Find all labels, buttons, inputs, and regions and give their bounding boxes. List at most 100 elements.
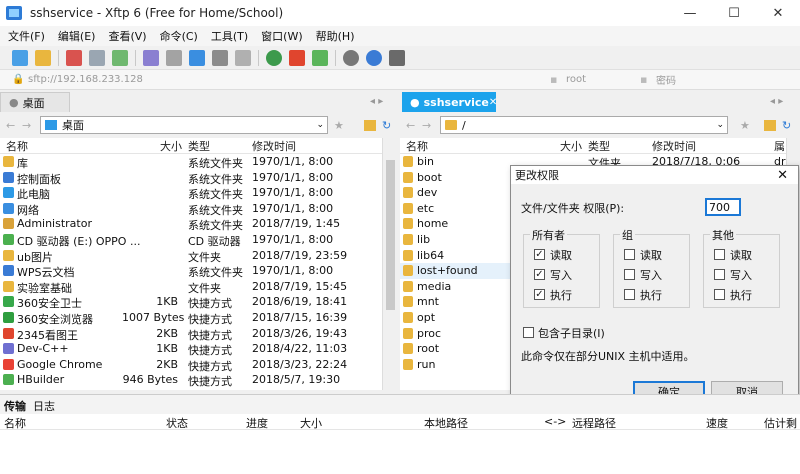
right-path-input[interactable]: / ⌄	[440, 116, 728, 134]
left-file-row[interactable]: CD 驱动器 (E:) OPPO ... CD 驱动器 1970/1/1, 8:00	[0, 232, 382, 248]
transfer-icon[interactable]	[189, 49, 205, 66]
left-file-row[interactable]: 360安全浏览器 1007 Bytes 快捷方式 2018/7/15, 16:39	[0, 310, 382, 326]
menu-edit[interactable]: 编辑(E)	[58, 28, 96, 44]
col-size[interactable]: 大小	[560, 138, 582, 154]
tab-transfer[interactable]: 传输	[4, 398, 26, 414]
col-speed[interactable]: 速度	[706, 415, 728, 431]
owner-write-checkbox[interactable]: ✓	[534, 269, 545, 280]
menu-help[interactable]: 帮助(H)	[316, 28, 355, 44]
minimize-button[interactable]: —	[668, 0, 712, 26]
left-file-row[interactable]: 网络 系统文件夹 1970/1/1, 8:00	[0, 201, 382, 217]
forward-arrow-icon[interactable]: →	[22, 119, 31, 132]
left-path-input[interactable]: 桌面 ⌄	[40, 116, 328, 134]
left-file-row[interactable]: 控制面板 系统文件夹 1970/1/1, 8:00	[0, 170, 382, 186]
owner-read-checkbox[interactable]: ✓	[534, 249, 545, 260]
dialog-title-bar: 更改权限	[511, 166, 798, 184]
left-path-bar: ← → 桌面 ⌄ ★ ↻	[0, 114, 398, 136]
print-icon[interactable]	[212, 49, 228, 66]
menu-file[interactable]: 文件(F)	[8, 28, 45, 44]
col-modified[interactable]: 修改时间	[652, 138, 696, 154]
menu-window[interactable]: 窗口(W)	[261, 28, 302, 44]
refresh-icon[interactable]: ↻	[782, 119, 791, 132]
file-type: 快捷方式	[188, 297, 232, 311]
reconnect-icon[interactable]	[89, 49, 105, 66]
chevron-down-icon[interactable]: ⌄	[716, 120, 724, 130]
menu-command[interactable]: 命令(C)	[160, 28, 198, 44]
col-name[interactable]: 名称	[406, 138, 428, 154]
host-input[interactable]: sftp://192.168.233.128	[28, 74, 143, 85]
col-modified[interactable]: 修改时间	[252, 138, 296, 154]
other-read-checkbox[interactable]	[714, 249, 725, 260]
group-read-checkbox[interactable]	[624, 249, 635, 260]
owner-exec-checkbox[interactable]: ✓	[534, 289, 545, 300]
help-icon[interactable]	[366, 49, 382, 66]
col-progress[interactable]: 进度	[246, 415, 268, 431]
left-file-row[interactable]: WPS云文档 系统文件夹 1970/1/1, 8:00	[0, 263, 382, 279]
col-eta[interactable]: 估计剩	[764, 415, 797, 431]
password-input[interactable]: 密码	[656, 72, 676, 87]
left-tab-nav-icon[interactable]: ◂ ▸	[370, 96, 383, 107]
new-session-icon[interactable]	[12, 49, 28, 66]
dialog-close-button[interactable]: ✕	[777, 168, 788, 183]
col-type[interactable]: 类型	[588, 138, 610, 154]
permission-input[interactable]: 700	[705, 198, 741, 216]
tab-sshservice[interactable]: ● sshservice ✕	[402, 92, 497, 112]
left-file-row[interactable]: 此电脑 系统文件夹 1970/1/1, 8:00	[0, 185, 382, 201]
username-input[interactable]: root	[566, 74, 586, 85]
bookmark-star-icon[interactable]: ★	[334, 119, 344, 132]
close-button[interactable]: ✕	[756, 0, 800, 26]
bookmark-star-icon[interactable]: ★	[740, 119, 750, 132]
left-file-row[interactable]: HBuilder 946 Bytes 快捷方式 2018/5/7, 19:30	[0, 372, 382, 388]
group-exec-checkbox[interactable]	[624, 289, 635, 300]
folder-up-icon[interactable]	[764, 120, 776, 131]
left-file-row[interactable]: 2345看图王 2KB 快捷方式 2018/3/26, 19:43	[0, 326, 382, 342]
col-size[interactable]: 大小	[300, 415, 322, 431]
group-write-checkbox[interactable]	[624, 269, 635, 280]
properties-icon[interactable]	[235, 49, 251, 66]
encoding-icon[interactable]	[312, 49, 328, 66]
forward-arrow-icon[interactable]: →	[422, 119, 431, 132]
open-folder-icon[interactable]	[35, 49, 51, 66]
tab-close-icon[interactable]: ✕	[489, 97, 497, 108]
tab-log[interactable]: 日志	[33, 398, 55, 414]
left-file-row[interactable]: 实验室基础 文件夹 2018/7/19, 15:45	[0, 279, 382, 295]
menu-view[interactable]: 查看(V)	[108, 28, 146, 44]
col-size[interactable]: 大小	[160, 138, 182, 154]
back-arrow-icon[interactable]: ←	[6, 119, 15, 132]
right-tab-nav-icon[interactable]: ◂ ▸	[770, 96, 783, 107]
col-local-path[interactable]: 本地路径	[424, 415, 468, 431]
left-file-row[interactable]: Dev-C++ 1KB 快捷方式 2018/4/22, 11:03	[0, 341, 382, 357]
tab-desktop[interactable]: ● 桌面	[0, 92, 70, 112]
refresh-icon[interactable]: ↻	[382, 119, 391, 132]
recurse-checkbox[interactable]	[523, 327, 534, 338]
left-scrollbar[interactable]	[382, 138, 398, 390]
xshell-icon[interactable]	[289, 49, 305, 66]
paste-icon[interactable]	[166, 49, 182, 66]
col-status[interactable]: 状态	[166, 415, 188, 431]
left-file-row[interactable]: 360安全卫士 1KB 快捷方式 2018/6/19, 18:41	[0, 294, 382, 310]
left-file-row[interactable]: 库 系统文件夹 1970/1/1, 8:00	[0, 154, 382, 170]
col-remote-path[interactable]: 远程路径	[572, 415, 616, 431]
other-write-checkbox[interactable]	[714, 269, 725, 280]
new-tab-icon[interactable]	[112, 49, 128, 66]
other-exec-checkbox[interactable]	[714, 289, 725, 300]
disconnect-icon[interactable]	[66, 49, 82, 66]
folder-up-icon[interactable]	[364, 120, 376, 131]
chevron-down-icon[interactable]: ⌄	[316, 120, 324, 130]
maximize-button[interactable]: ☐	[712, 0, 756, 26]
left-file-row[interactable]: ub图片 文件夹 2018/7/19, 23:59	[0, 248, 382, 264]
back-arrow-icon[interactable]: ←	[406, 119, 415, 132]
col-name[interactable]: 名称	[6, 138, 28, 154]
left-file-row[interactable]: Google Chrome 2KB 快捷方式 2018/3/23, 22:24	[0, 357, 382, 373]
left-file-row[interactable]: Administrator 系统文件夹 2018/7/19, 1:45	[0, 216, 382, 232]
gear-icon[interactable]	[343, 49, 359, 66]
globe-icon[interactable]	[266, 49, 282, 66]
menu-tools[interactable]: 工具(T)	[211, 28, 248, 44]
col-attributes[interactable]: 属	[774, 138, 785, 154]
col-name[interactable]: 名称	[4, 415, 26, 431]
copy-icon[interactable]	[143, 49, 159, 66]
col-direction[interactable]: <->	[544, 415, 566, 428]
about-icon[interactable]	[389, 49, 405, 66]
col-type[interactable]: 类型	[188, 138, 210, 154]
left-scroll-thumb[interactable]	[386, 160, 395, 310]
